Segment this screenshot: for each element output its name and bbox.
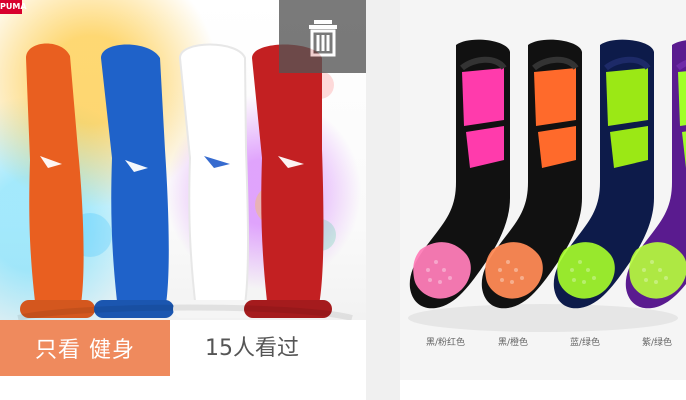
product-card-right-bottom	[400, 380, 686, 400]
color-label-3: 蓝/绿色	[570, 336, 600, 348]
socks-illustration-right: 黑/粉红色 黑/橙色 蓝/绿色 紫/绿色	[408, 39, 686, 348]
color-label-2: 黑/橙色	[498, 336, 528, 348]
sock-orange	[26, 43, 84, 310]
product-card-right[interactable]: 黑/粉红色 黑/橙色 蓝/绿色 紫/绿色	[400, 0, 686, 400]
product-image-right[interactable]: 黑/粉红色 黑/橙色 蓝/绿色 紫/绿色	[400, 0, 686, 380]
delete-button[interactable]	[279, 0, 366, 73]
sock-blue	[101, 44, 169, 310]
sock-white	[178, 43, 249, 311]
view-count: 15人看过	[205, 336, 299, 361]
color-label-1: 黑/粉红色	[426, 336, 465, 348]
product-image-left[interactable]: PUMA	[0, 0, 366, 320]
filter-button[interactable]: 只看 健身	[0, 320, 170, 376]
color-label-4: 紫/绿色	[642, 336, 672, 348]
trash-icon	[308, 19, 337, 56]
sock-red	[252, 44, 324, 310]
brand-logo: PUMA	[0, 0, 27, 14]
product-card-left[interactable]: PUMA 只看 健身 15人看过	[0, 0, 366, 400]
